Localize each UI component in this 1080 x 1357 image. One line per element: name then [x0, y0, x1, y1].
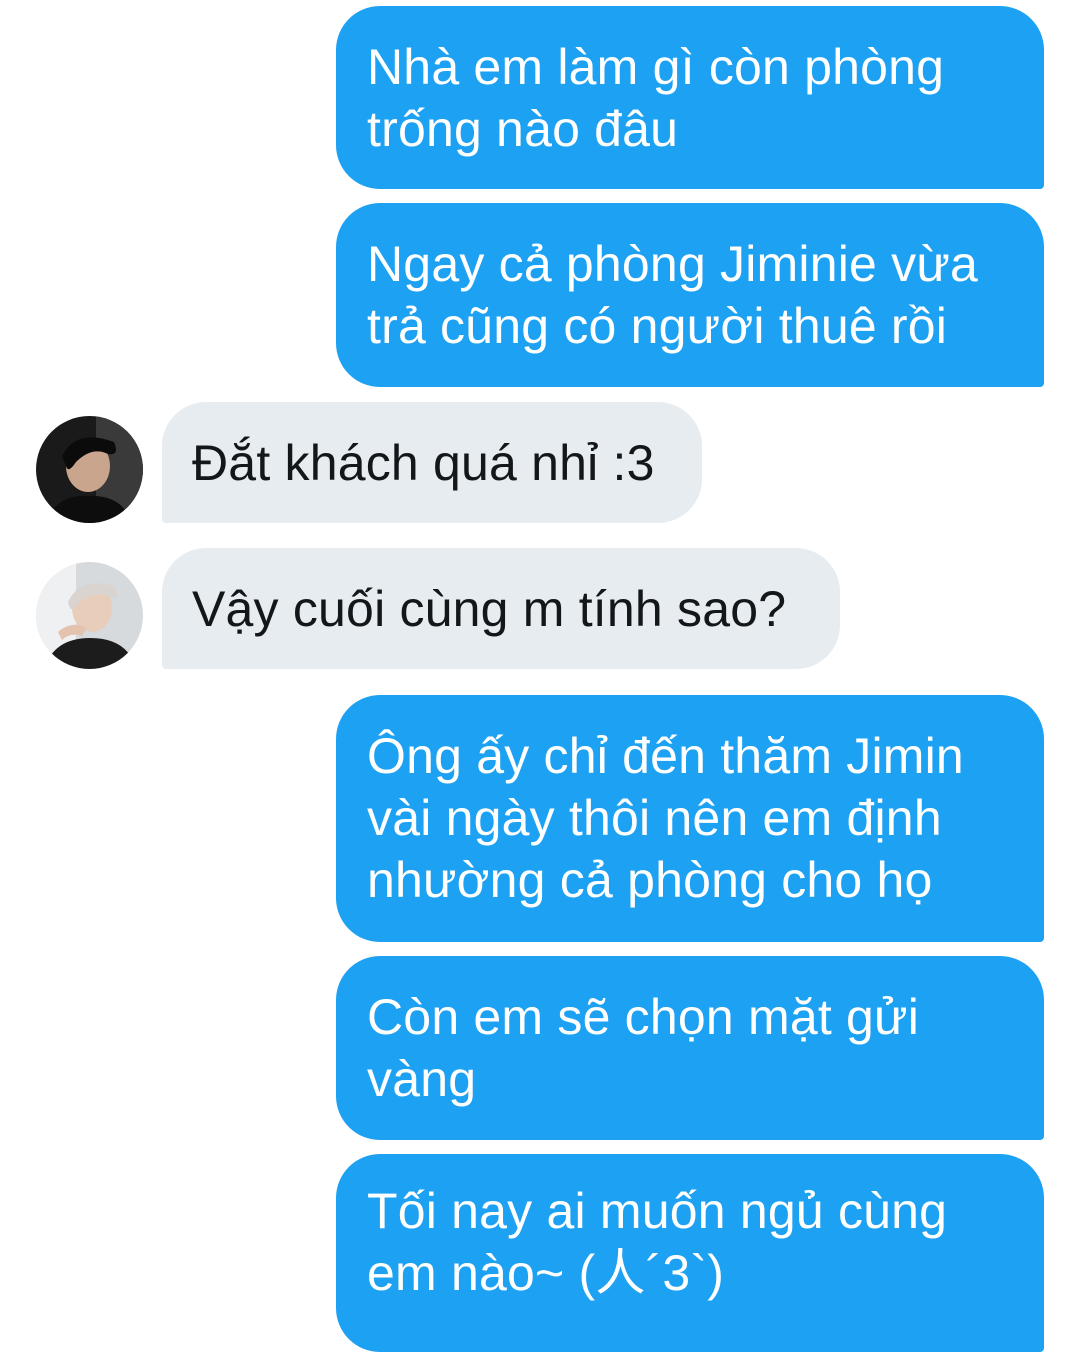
message-bubble-outgoing[interactable]: Còn em sẽ chọn mặt gửi vàng — [336, 956, 1044, 1140]
message-bubble-incoming[interactable]: Vậy cuối cùng m tính sao? — [162, 548, 840, 669]
conversation-thread: Nhà em làm gì còn phòng trống nào đâu Ng… — [0, 0, 1080, 1357]
avatar-photo-light — [36, 562, 143, 669]
avatar-icon[interactable] — [36, 562, 143, 669]
message-bubble-incoming[interactable]: Đắt khách quá nhỉ :3 — [162, 402, 702, 523]
message-bubble-outgoing[interactable]: Ông ấy chỉ đến thăm Jimin vài ngày thôi … — [336, 695, 1044, 942]
message-bubble-outgoing[interactable]: Tối nay ai muốn ngủ cùng em nào~ (人´3`) — [336, 1154, 1044, 1352]
message-bubble-outgoing[interactable]: Nhà em làm gì còn phòng trống nào đâu — [336, 6, 1044, 189]
avatar-icon[interactable] — [36, 416, 143, 523]
avatar-photo-dark — [36, 416, 143, 523]
message-bubble-outgoing[interactable]: Ngay cả phòng Jiminie vừa trả cũng có ng… — [336, 203, 1044, 387]
